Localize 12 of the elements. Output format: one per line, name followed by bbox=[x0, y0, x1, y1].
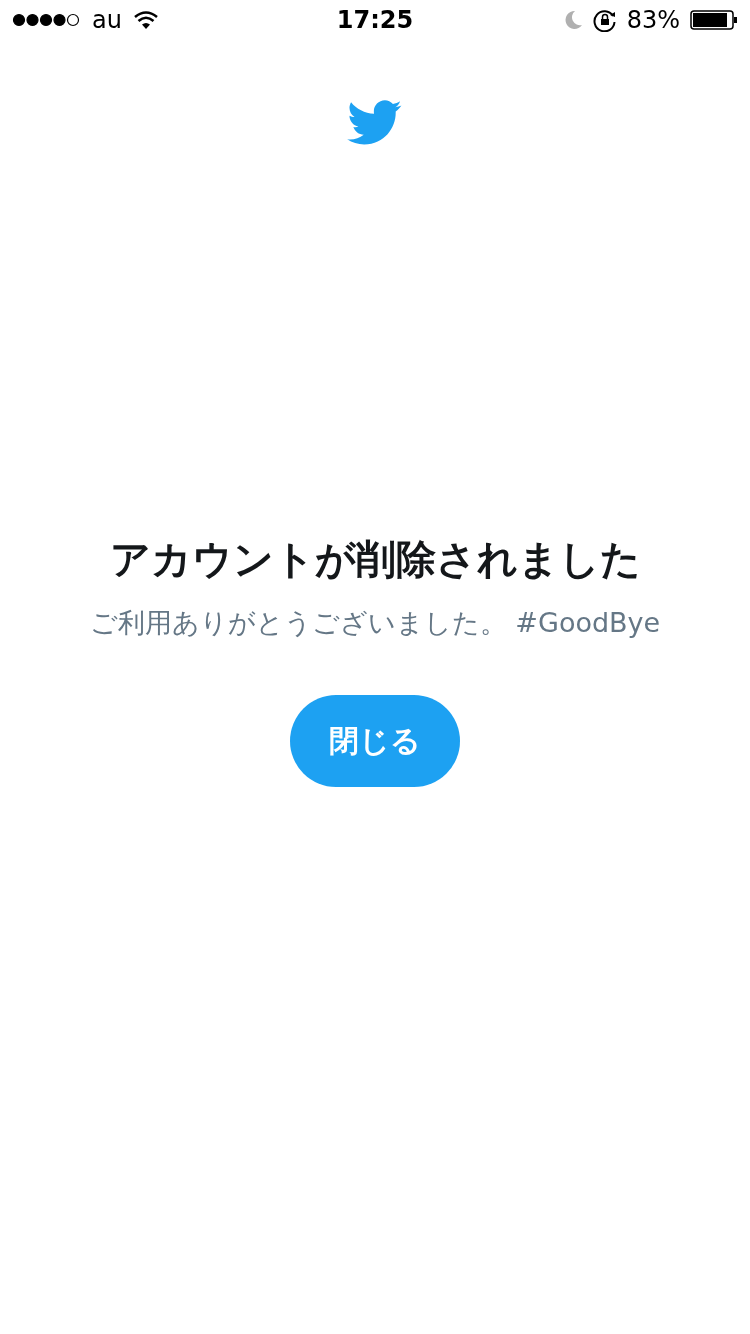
battery-icon bbox=[690, 10, 738, 30]
farewell-message: ご利用ありがとうございました。 #GoodBye bbox=[89, 606, 661, 640]
wifi-icon bbox=[133, 11, 158, 29]
rotation-lock-icon bbox=[592, 8, 617, 32]
signal-icon bbox=[12, 13, 80, 27]
bird-logo-icon bbox=[347, 100, 403, 146]
status-time: 17:25 bbox=[336, 6, 414, 34]
battery-percent: 83% bbox=[626, 6, 680, 34]
close-button[interactable]: 閉じる bbox=[290, 695, 460, 787]
page-title: アカウントが削除されました bbox=[109, 535, 641, 584]
moon-icon bbox=[564, 10, 583, 30]
carrier-name: au bbox=[92, 6, 122, 34]
